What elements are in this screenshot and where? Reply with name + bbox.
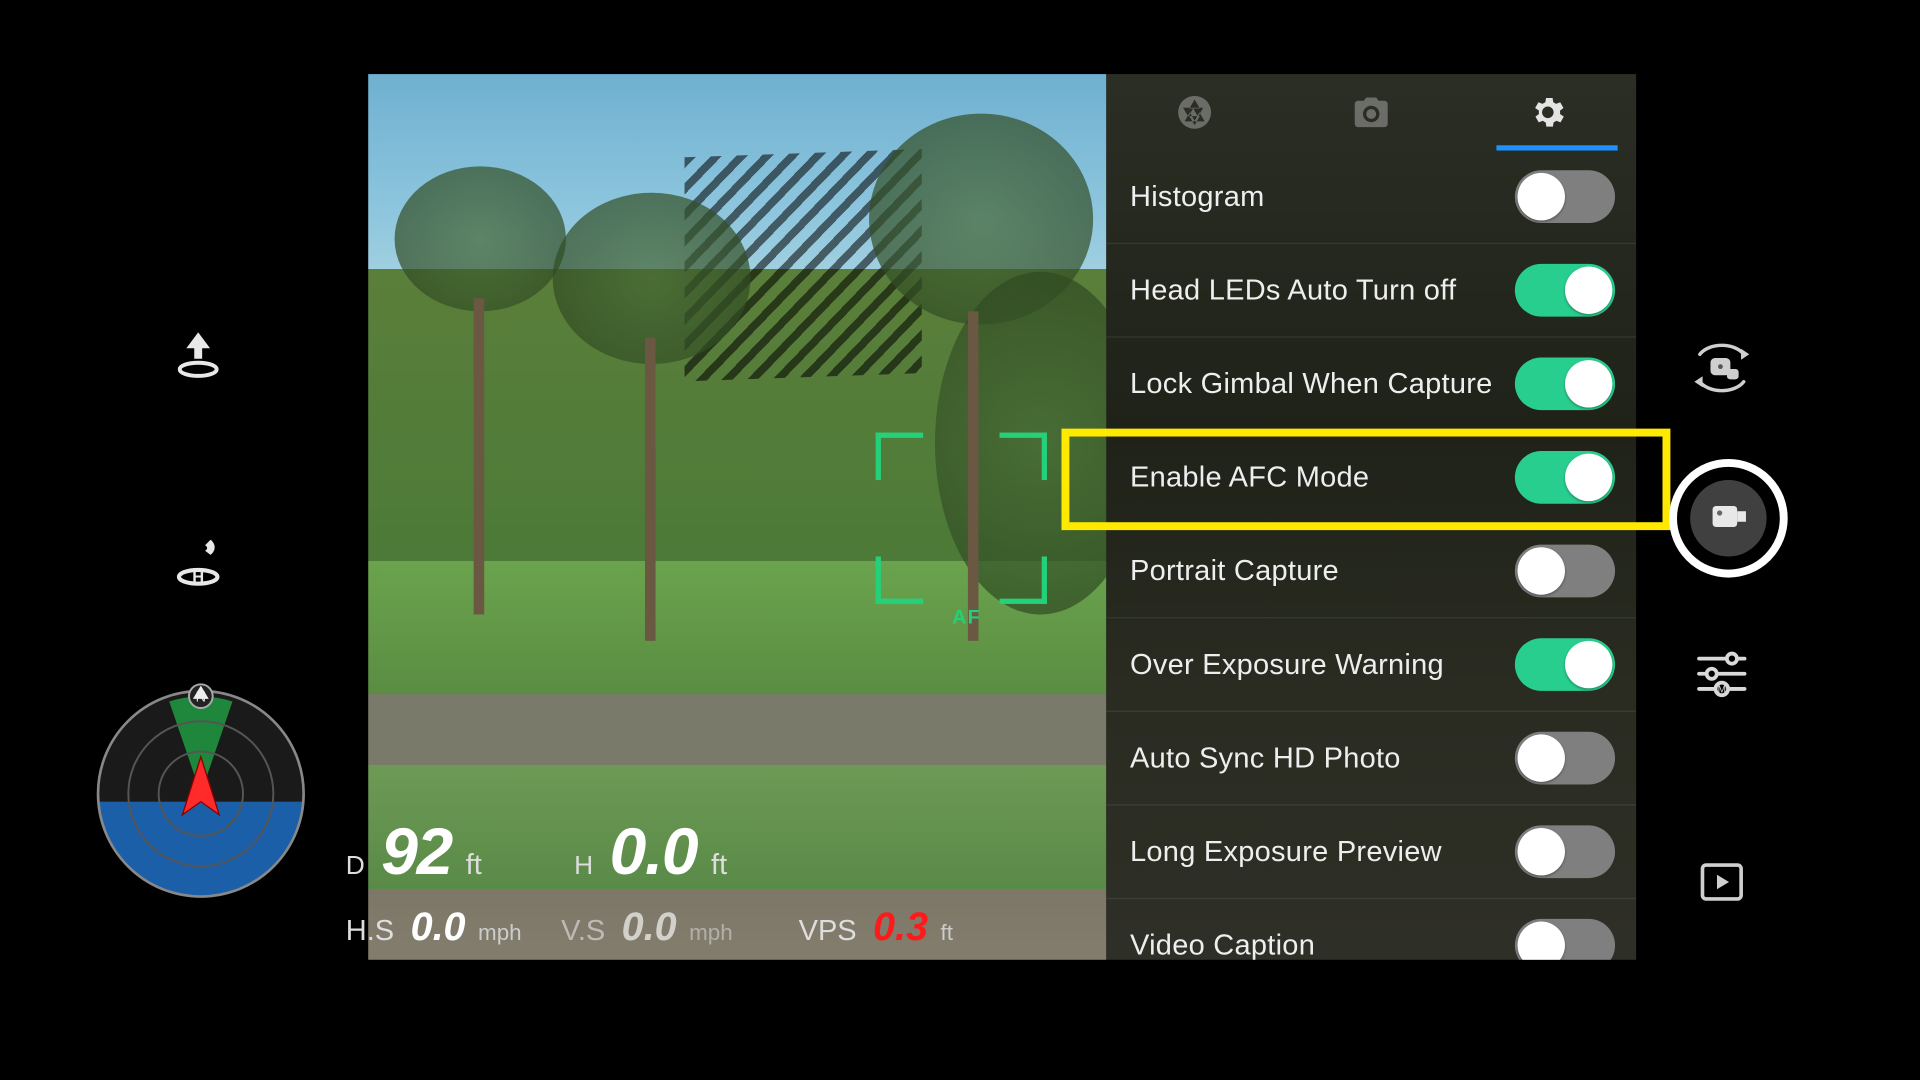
vps-value: 0.3: [873, 906, 928, 949]
switch-photo-video-button[interactable]: [1676, 322, 1768, 414]
hspeed-value: 0.0: [411, 906, 466, 949]
settings-row-lock-gimbal-when-capture[interactable]: Lock Gimbal When Capture: [1106, 338, 1636, 432]
distance-label: D: [346, 852, 365, 881]
toggle-head-leds-auto-turn-off[interactable]: [1515, 264, 1615, 317]
settings-row-label: Video Caption: [1130, 928, 1515, 960]
settings-row-label: Head LEDs Auto Turn off: [1130, 273, 1515, 307]
height-label: H: [574, 852, 593, 881]
settings-row-head-leds-auto-turn-off[interactable]: Head LEDs Auto Turn off: [1106, 244, 1636, 338]
scene-trunk: [645, 338, 656, 641]
advanced-camera-settings-button[interactable]: M: [1676, 628, 1768, 720]
settings-row-label: Long Exposure Preview: [1130, 835, 1515, 869]
return-home-button[interactable]: H: [156, 520, 240, 604]
af-indicator-label: AF: [952, 607, 981, 629]
distance-value: 92: [381, 815, 452, 889]
toggle-enable-afc-mode[interactable]: [1515, 451, 1615, 504]
settings-row-video-caption[interactable]: Video Caption: [1106, 899, 1636, 960]
settings-row-label: Portrait Capture: [1130, 554, 1515, 588]
hspeed-label: H.S: [346, 914, 394, 947]
vspeed-value: 0.0: [622, 906, 677, 949]
camera-settings-panel: Histogram Head LEDs Auto Turn off Lock Gim…: [1106, 74, 1636, 960]
vps-unit: ft: [940, 920, 952, 945]
focus-target-box[interactable]: [876, 433, 1047, 604]
height-unit: ft: [711, 848, 727, 881]
settings-row-portrait-capture[interactable]: Portrait Capture: [1106, 525, 1636, 619]
settings-row-label: Histogram: [1130, 180, 1515, 214]
height-value: 0.0: [610, 815, 698, 889]
toggle-histogram[interactable]: [1515, 170, 1615, 223]
tab-aperture[interactable]: [1129, 74, 1261, 150]
toggle-video-caption[interactable]: [1515, 919, 1615, 960]
attitude-radar[interactable]: N: [90, 683, 311, 904]
shutter-button[interactable]: [1669, 459, 1788, 578]
tab-camera[interactable]: [1305, 74, 1437, 150]
toggle-over-exposure-warning[interactable]: [1515, 638, 1615, 691]
toggle-auto-sync-hd-photo[interactable]: [1515, 732, 1615, 785]
settings-row-label: Lock Gimbal When Capture: [1130, 367, 1515, 401]
vspeed-unit: mph: [689, 920, 733, 945]
settings-row-histogram[interactable]: Histogram: [1106, 151, 1636, 245]
scene-trunk: [474, 298, 485, 614]
auto-takeoff-button[interactable]: [156, 314, 240, 398]
settings-row-label: Over Exposure Warning: [1130, 647, 1515, 681]
settings-tabs: [1106, 74, 1636, 150]
distance-unit: ft: [466, 848, 482, 881]
svg-text:M: M: [1718, 685, 1726, 696]
shutter-inner-icon: [1690, 480, 1766, 556]
flight-telemetry: D 92 ft H 0.0 ft H.S 0.0 mph V.S 0.0 mph: [346, 813, 953, 950]
svg-text:H: H: [192, 568, 204, 586]
scene-foliage: [395, 166, 566, 311]
toggle-long-exposure-preview[interactable]: [1515, 825, 1615, 878]
settings-row-enable-afc-mode[interactable]: Enable AFC Mode: [1106, 431, 1636, 525]
hspeed-unit: mph: [478, 920, 522, 945]
vps-label: VPS: [799, 914, 857, 947]
playback-button[interactable]: [1676, 836, 1768, 928]
settings-row-label: Enable AFC Mode: [1130, 460, 1515, 494]
toggle-portrait-capture[interactable]: [1515, 545, 1615, 598]
tab-settings[interactable]: [1482, 74, 1614, 150]
vspeed-label: V.S: [561, 914, 605, 947]
settings-row-over-exposure-warning[interactable]: Over Exposure Warning: [1106, 618, 1636, 712]
settings-row-label: Auto Sync HD Photo: [1130, 741, 1515, 775]
settings-row-auto-sync-hd-photo[interactable]: Auto Sync HD Photo: [1106, 712, 1636, 806]
toggle-lock-gimbal-when-capture[interactable]: [1515, 357, 1615, 410]
settings-row-long-exposure-preview[interactable]: Long Exposure Preview: [1106, 806, 1636, 900]
